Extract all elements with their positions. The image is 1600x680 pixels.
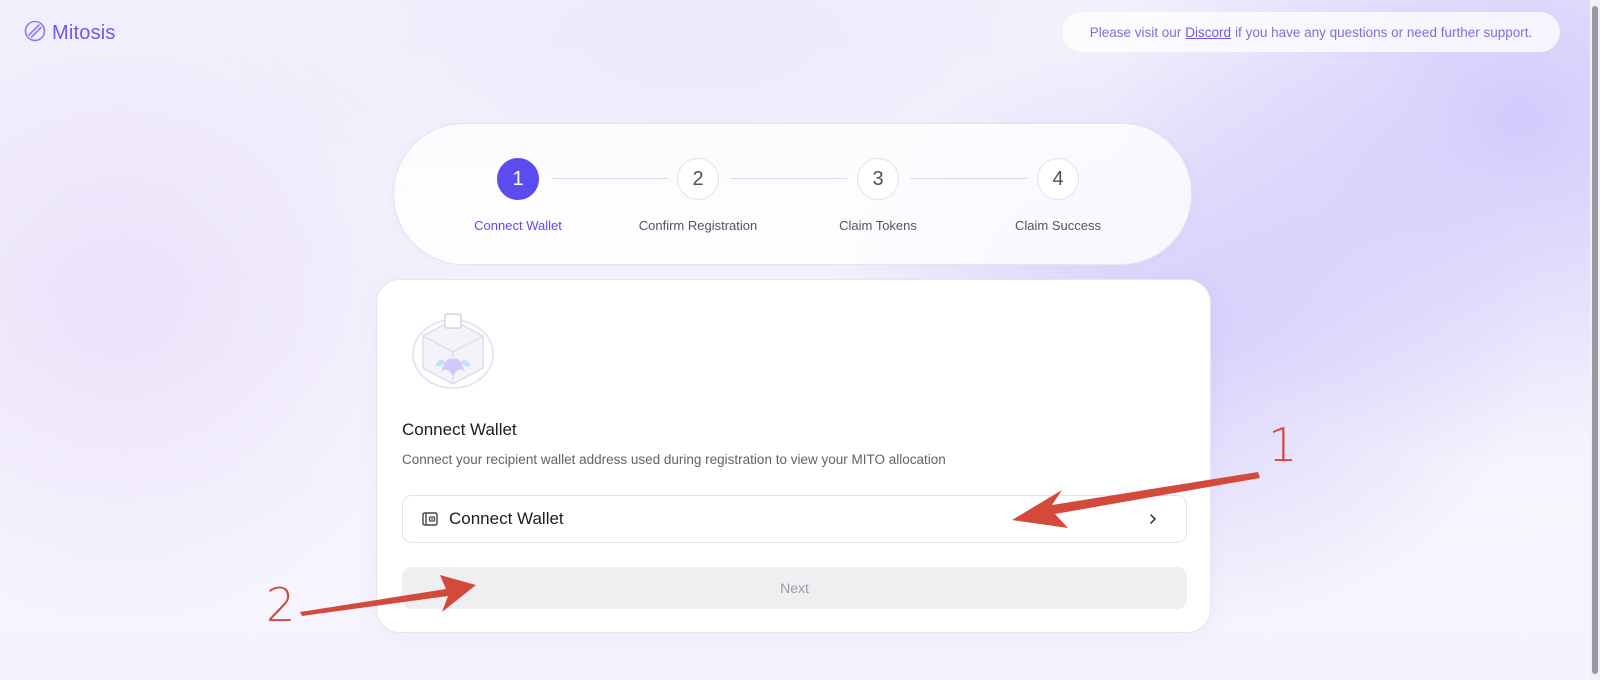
next-button[interactable]: Next bbox=[402, 567, 1187, 609]
step-number: 4 bbox=[1037, 158, 1079, 200]
step-number: 2 bbox=[677, 158, 719, 200]
wallet-icon bbox=[421, 510, 439, 528]
card-description: Connect your recipient wallet address us… bbox=[402, 452, 946, 467]
step-number: 1 bbox=[497, 158, 539, 200]
scrollbar-thumb[interactable] bbox=[1592, 6, 1598, 674]
step-label: Confirm Registration bbox=[638, 218, 758, 233]
connect-wallet-label: Connect Wallet bbox=[449, 509, 564, 528]
brand-logo[interactable]: Mitosis bbox=[24, 20, 116, 47]
annotation-number-1: 1 bbox=[1268, 418, 1298, 472]
step-confirm-registration: 2 Confirm Registration bbox=[618, 158, 778, 233]
support-prefix: Please visit our bbox=[1089, 24, 1182, 40]
step-connect-wallet: 1 Connect Wallet bbox=[438, 158, 598, 233]
step-claim-success: 4 Claim Success bbox=[978, 158, 1138, 233]
step-label: Claim Tokens bbox=[839, 218, 917, 233]
progress-stepper: 1 Connect Wallet 2 Confirm Registration … bbox=[393, 123, 1192, 265]
step-claim-tokens: 3 Claim Tokens bbox=[798, 158, 958, 233]
step-label: Claim Success bbox=[1015, 218, 1101, 233]
chevron-right-icon bbox=[1146, 512, 1160, 526]
step-number: 3 bbox=[857, 158, 899, 200]
support-banner: Please visit our Discord if you have any… bbox=[1062, 12, 1560, 52]
brand-name: Mitosis bbox=[52, 22, 116, 44]
connect-wallet-button[interactable]: Connect Wallet bbox=[402, 495, 1187, 543]
connect-wallet-card: Connect Wallet Connect your recipient wa… bbox=[376, 279, 1211, 633]
discord-link[interactable]: Discord bbox=[1185, 25, 1231, 40]
card-title: Connect Wallet bbox=[402, 420, 517, 439]
step-label: Connect Wallet bbox=[474, 218, 562, 233]
wallet-cube-illustration bbox=[407, 310, 499, 396]
annotation-number-2: 2 bbox=[266, 578, 296, 632]
page-scrollbar[interactable] bbox=[1590, 0, 1600, 680]
mitosis-logo-icon bbox=[24, 20, 46, 47]
support-suffix: if you have any questions or need furthe… bbox=[1235, 24, 1533, 40]
